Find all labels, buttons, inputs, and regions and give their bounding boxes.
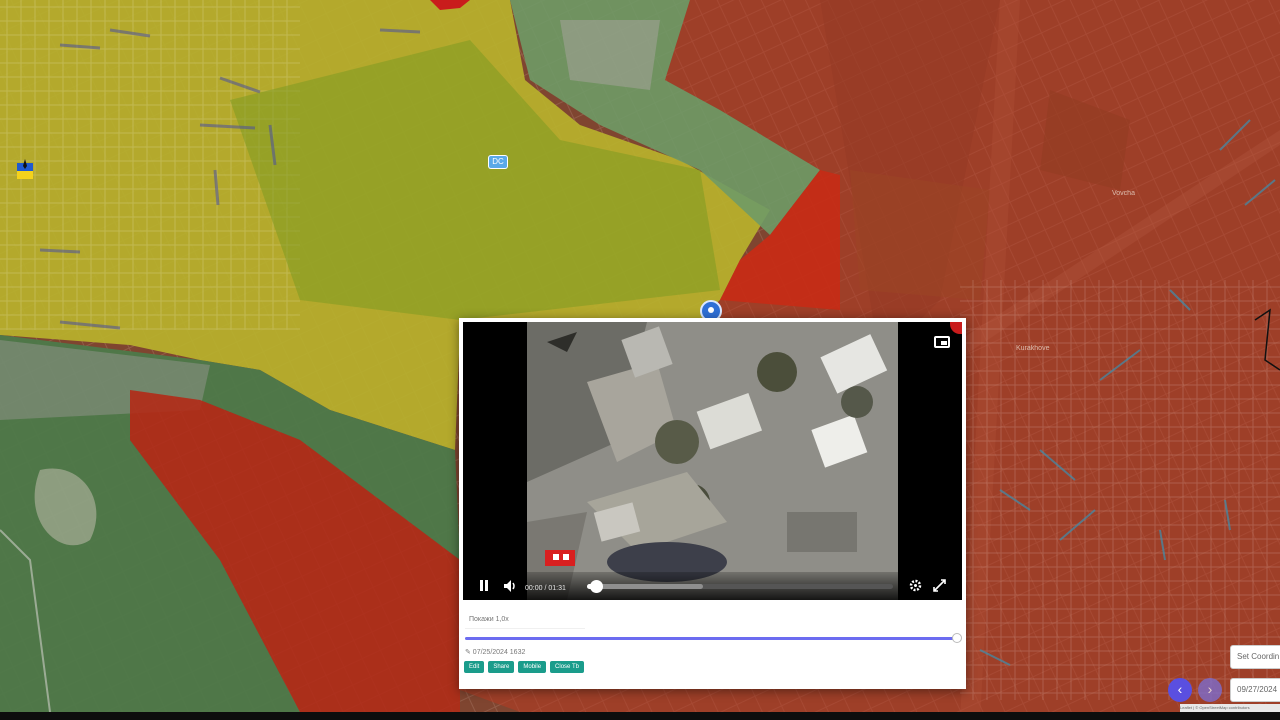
prev-date-button[interactable]: ‹ [1168, 678, 1192, 702]
map-label-town: Vovcha [1112, 190, 1135, 197]
date-field[interactable]: 09/27/2024 [1230, 678, 1280, 702]
fullscreen-icon[interactable] [933, 579, 946, 596]
timeline-slider-knob[interactable] [952, 633, 962, 643]
video-frame[interactable] [527, 322, 898, 600]
popup-actions: Edit Share Mobile Close Tb [464, 661, 584, 673]
share-button[interactable]: Share [488, 661, 515, 673]
volume-icon[interactable] [503, 579, 519, 593]
seek-thumb[interactable] [590, 580, 604, 593]
picture-in-picture-icon[interactable] [934, 336, 950, 348]
edit-button[interactable]: Edit [464, 661, 485, 673]
pause-icon[interactable] [479, 579, 489, 591]
close-icon[interactable] [950, 322, 962, 334]
cluster-badge[interactable]: DC [488, 155, 508, 169]
set-coordinates-field[interactable]: Set Coordin [1230, 645, 1280, 669]
video-controls: 00:00 / 01:31 [463, 572, 962, 600]
map-label-city: Kurakhove [1016, 345, 1050, 352]
next-date-button[interactable]: › [1198, 678, 1222, 702]
time-readout: 00:00 / 01:31 [525, 585, 566, 592]
seek-bar[interactable] [587, 580, 893, 593]
map-attribution[interactable]: Leaflet | © OpenStreetMap contributors [1180, 704, 1280, 712]
timeline-slider-track[interactable] [465, 637, 957, 640]
caption-input[interactable] [465, 610, 585, 629]
gear-icon[interactable] [909, 579, 922, 596]
video-player[interactable]: 00:00 / 01:31 [463, 322, 962, 600]
drone-footage [527, 322, 898, 600]
post-date: ✎ 07/25/2024 1632 [465, 649, 526, 656]
screen-bottom-bar [0, 712, 1280, 720]
video-popup[interactable]: 00:00 / 01:31 ✎ 07/25/2024 1632 Edit Sha… [459, 318, 966, 689]
seek-buffered [587, 584, 704, 589]
mobile-button[interactable]: Mobile [518, 661, 547, 673]
close-button[interactable]: Close Tb [550, 661, 584, 673]
ukraine-flag-marker[interactable] [14, 158, 36, 184]
